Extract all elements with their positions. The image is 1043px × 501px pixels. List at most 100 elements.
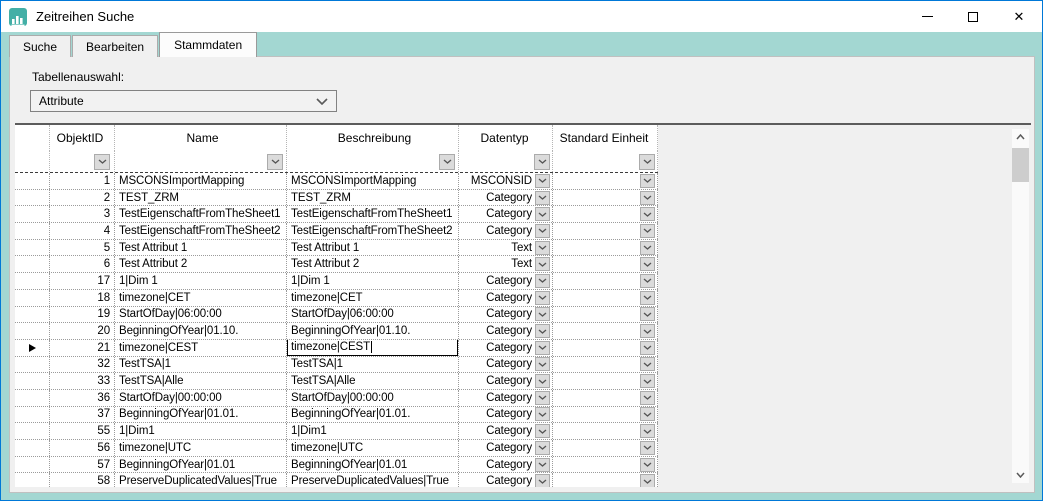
row-header-cell[interactable]: [15, 307, 50, 323]
row-header-cell[interactable]: [15, 473, 50, 487]
standard-einheit-dropdown[interactable]: [640, 374, 655, 388]
cell-datentyp[interactable]: Category: [459, 323, 553, 339]
filter-datentyp[interactable]: [459, 151, 553, 172]
row-header-cell[interactable]: [15, 240, 50, 256]
cell-datentyp[interactable]: Text: [459, 256, 553, 272]
standard-einheit-dropdown[interactable]: [640, 458, 655, 472]
cell-standard-einheit[interactable]: [553, 357, 658, 373]
cell-standard-einheit[interactable]: [553, 240, 658, 256]
cell-standard-einheit[interactable]: [553, 223, 658, 239]
table-row[interactable]: 2TEST_ZRMTEST_ZRMCategory: [15, 190, 658, 207]
tab-stammdaten[interactable]: Stammdaten: [159, 32, 257, 57]
row-header-cell[interactable]: [15, 290, 50, 306]
table-row[interactable]: 5Test Attribut 1Test Attribut 1Text: [15, 240, 658, 257]
cell-name[interactable]: BeginningOfYear|01.01.: [115, 407, 287, 423]
cell-datentyp[interactable]: Category: [459, 407, 553, 423]
datentyp-dropdown[interactable]: [535, 374, 550, 388]
cell-standard-einheit[interactable]: [553, 390, 658, 406]
cell-beschreibung[interactable]: 1|Dim1: [287, 423, 459, 439]
cell-standard-einheit[interactable]: [553, 323, 658, 339]
cell-objektid[interactable]: 21: [50, 340, 115, 356]
datentyp-dropdown[interactable]: [535, 424, 550, 438]
cell-beschreibung[interactable]: timezone|CET: [287, 290, 459, 306]
cell-standard-einheit[interactable]: [553, 290, 658, 306]
cell-beschreibung[interactable]: TestTSA|1: [287, 357, 459, 373]
cell-datentyp[interactable]: Category: [459, 423, 553, 439]
row-header-cell[interactable]: [15, 357, 50, 373]
table-row[interactable]: 19StartOfDay|06:00:00StartOfDay|06:00:00…: [15, 307, 658, 324]
cell-name[interactable]: 1|Dim1: [115, 423, 287, 439]
cell-name[interactable]: TestEigenschaftFromTheSheet1: [115, 206, 287, 222]
standard-einheit-dropdown[interactable]: [640, 324, 655, 338]
title-bar[interactable]: Zeitreihen Suche ✕: [1, 1, 1042, 32]
cell-beschreibung[interactable]: BeginningOfYear|01.10.: [287, 323, 459, 339]
filter-name-dropdown[interactable]: [267, 154, 283, 170]
column-header-objektid[interactable]: ObjektID: [50, 125, 115, 151]
table-row[interactable]: 3TestEigenschaftFromTheSheet1TestEigensc…: [15, 206, 658, 223]
cell-datentyp[interactable]: Category: [459, 373, 553, 389]
table-row[interactable]: 36StartOfDay|00:00:00StartOfDay|00:00:00…: [15, 390, 658, 407]
cell-objektid[interactable]: 6: [50, 256, 115, 272]
table-row[interactable]: 58PreserveDuplicatedValues|TruePreserveD…: [15, 473, 658, 487]
scrollbar-thumb[interactable]: [1012, 148, 1029, 182]
datentyp-dropdown[interactable]: [535, 391, 550, 405]
table-row[interactable]: 33TestTSA|AlleTestTSA|AlleCategory: [15, 373, 658, 390]
cell-datentyp[interactable]: Category: [459, 190, 553, 206]
cell-name[interactable]: TEST_ZRM: [115, 190, 287, 206]
table-row[interactable]: 551|Dim11|Dim1Category: [15, 423, 658, 440]
column-header-beschreibung[interactable]: Beschreibung: [287, 125, 459, 151]
cell-objektid[interactable]: 37: [50, 407, 115, 423]
cell-datentyp[interactable]: Category: [459, 206, 553, 222]
cell-name[interactable]: StartOfDay|00:00:00: [115, 390, 287, 406]
filter-name[interactable]: [115, 151, 287, 172]
standard-einheit-dropdown[interactable]: [640, 207, 655, 221]
maximize-button[interactable]: [950, 1, 996, 32]
minimize-button[interactable]: [904, 1, 950, 32]
datentyp-dropdown[interactable]: [535, 257, 550, 271]
cell-name[interactable]: timezone|CEST: [115, 340, 287, 356]
cell-datentyp[interactable]: Category: [459, 457, 553, 473]
standard-einheit-dropdown[interactable]: [640, 307, 655, 321]
cell-datentyp[interactable]: Category: [459, 223, 553, 239]
cell-standard-einheit[interactable]: [553, 256, 658, 272]
table-row[interactable]: 32TestTSA|1TestTSA|1Category: [15, 357, 658, 374]
tab-suche[interactable]: Suche: [9, 35, 71, 57]
row-header-cell[interactable]: [15, 173, 50, 189]
cell-standard-einheit[interactable]: [553, 407, 658, 423]
cell-datentyp[interactable]: Category: [459, 357, 553, 373]
row-header-cell[interactable]: [15, 190, 50, 206]
cell-standard-einheit[interactable]: [553, 307, 658, 323]
row-header-cell[interactable]: [15, 390, 50, 406]
standard-einheit-dropdown[interactable]: [640, 257, 655, 271]
cell-beschreibung[interactable]: PreserveDuplicatedValues|True: [287, 473, 459, 487]
filter-standard-einheit-dropdown[interactable]: [639, 154, 655, 170]
cell-standard-einheit[interactable]: [553, 473, 658, 487]
datentyp-dropdown[interactable]: [535, 307, 550, 321]
table-row[interactable]: 56timezone|UTCtimezone|UTCCategory: [15, 440, 658, 457]
cell-datentyp[interactable]: MSCONSID: [459, 173, 553, 189]
standard-einheit-dropdown[interactable]: [640, 391, 655, 405]
cell-objektid[interactable]: 19: [50, 307, 115, 323]
datentyp-dropdown[interactable]: [535, 357, 550, 371]
row-header-cell[interactable]: [15, 340, 50, 356]
cell-datentyp[interactable]: Category: [459, 473, 553, 487]
column-header-datentyp[interactable]: Datentyp: [459, 125, 553, 151]
datentyp-dropdown[interactable]: [535, 474, 550, 487]
standard-einheit-dropdown[interactable]: [640, 174, 655, 188]
datentyp-dropdown[interactable]: [535, 324, 550, 338]
filter-objektid-dropdown[interactable]: [94, 154, 110, 170]
tab-bearbeiten[interactable]: Bearbeiten: [72, 35, 158, 57]
datentyp-dropdown[interactable]: [535, 458, 550, 472]
table-row[interactable]: 18timezone|CETtimezone|CETCategory: [15, 290, 658, 307]
cell-name[interactable]: TestTSA|Alle: [115, 373, 287, 389]
datentyp-dropdown[interactable]: [535, 291, 550, 305]
cell-datentyp[interactable]: Category: [459, 340, 553, 356]
row-header-cell[interactable]: [15, 256, 50, 272]
cell-beschreibung[interactable]: timezone|CEST: [287, 340, 459, 356]
cell-standard-einheit[interactable]: [553, 190, 658, 206]
filter-standard-einheit[interactable]: [553, 151, 658, 172]
cell-standard-einheit[interactable]: [553, 173, 658, 189]
cell-objektid[interactable]: 3: [50, 206, 115, 222]
standard-einheit-dropdown[interactable]: [640, 274, 655, 288]
cell-objektid[interactable]: 2: [50, 190, 115, 206]
